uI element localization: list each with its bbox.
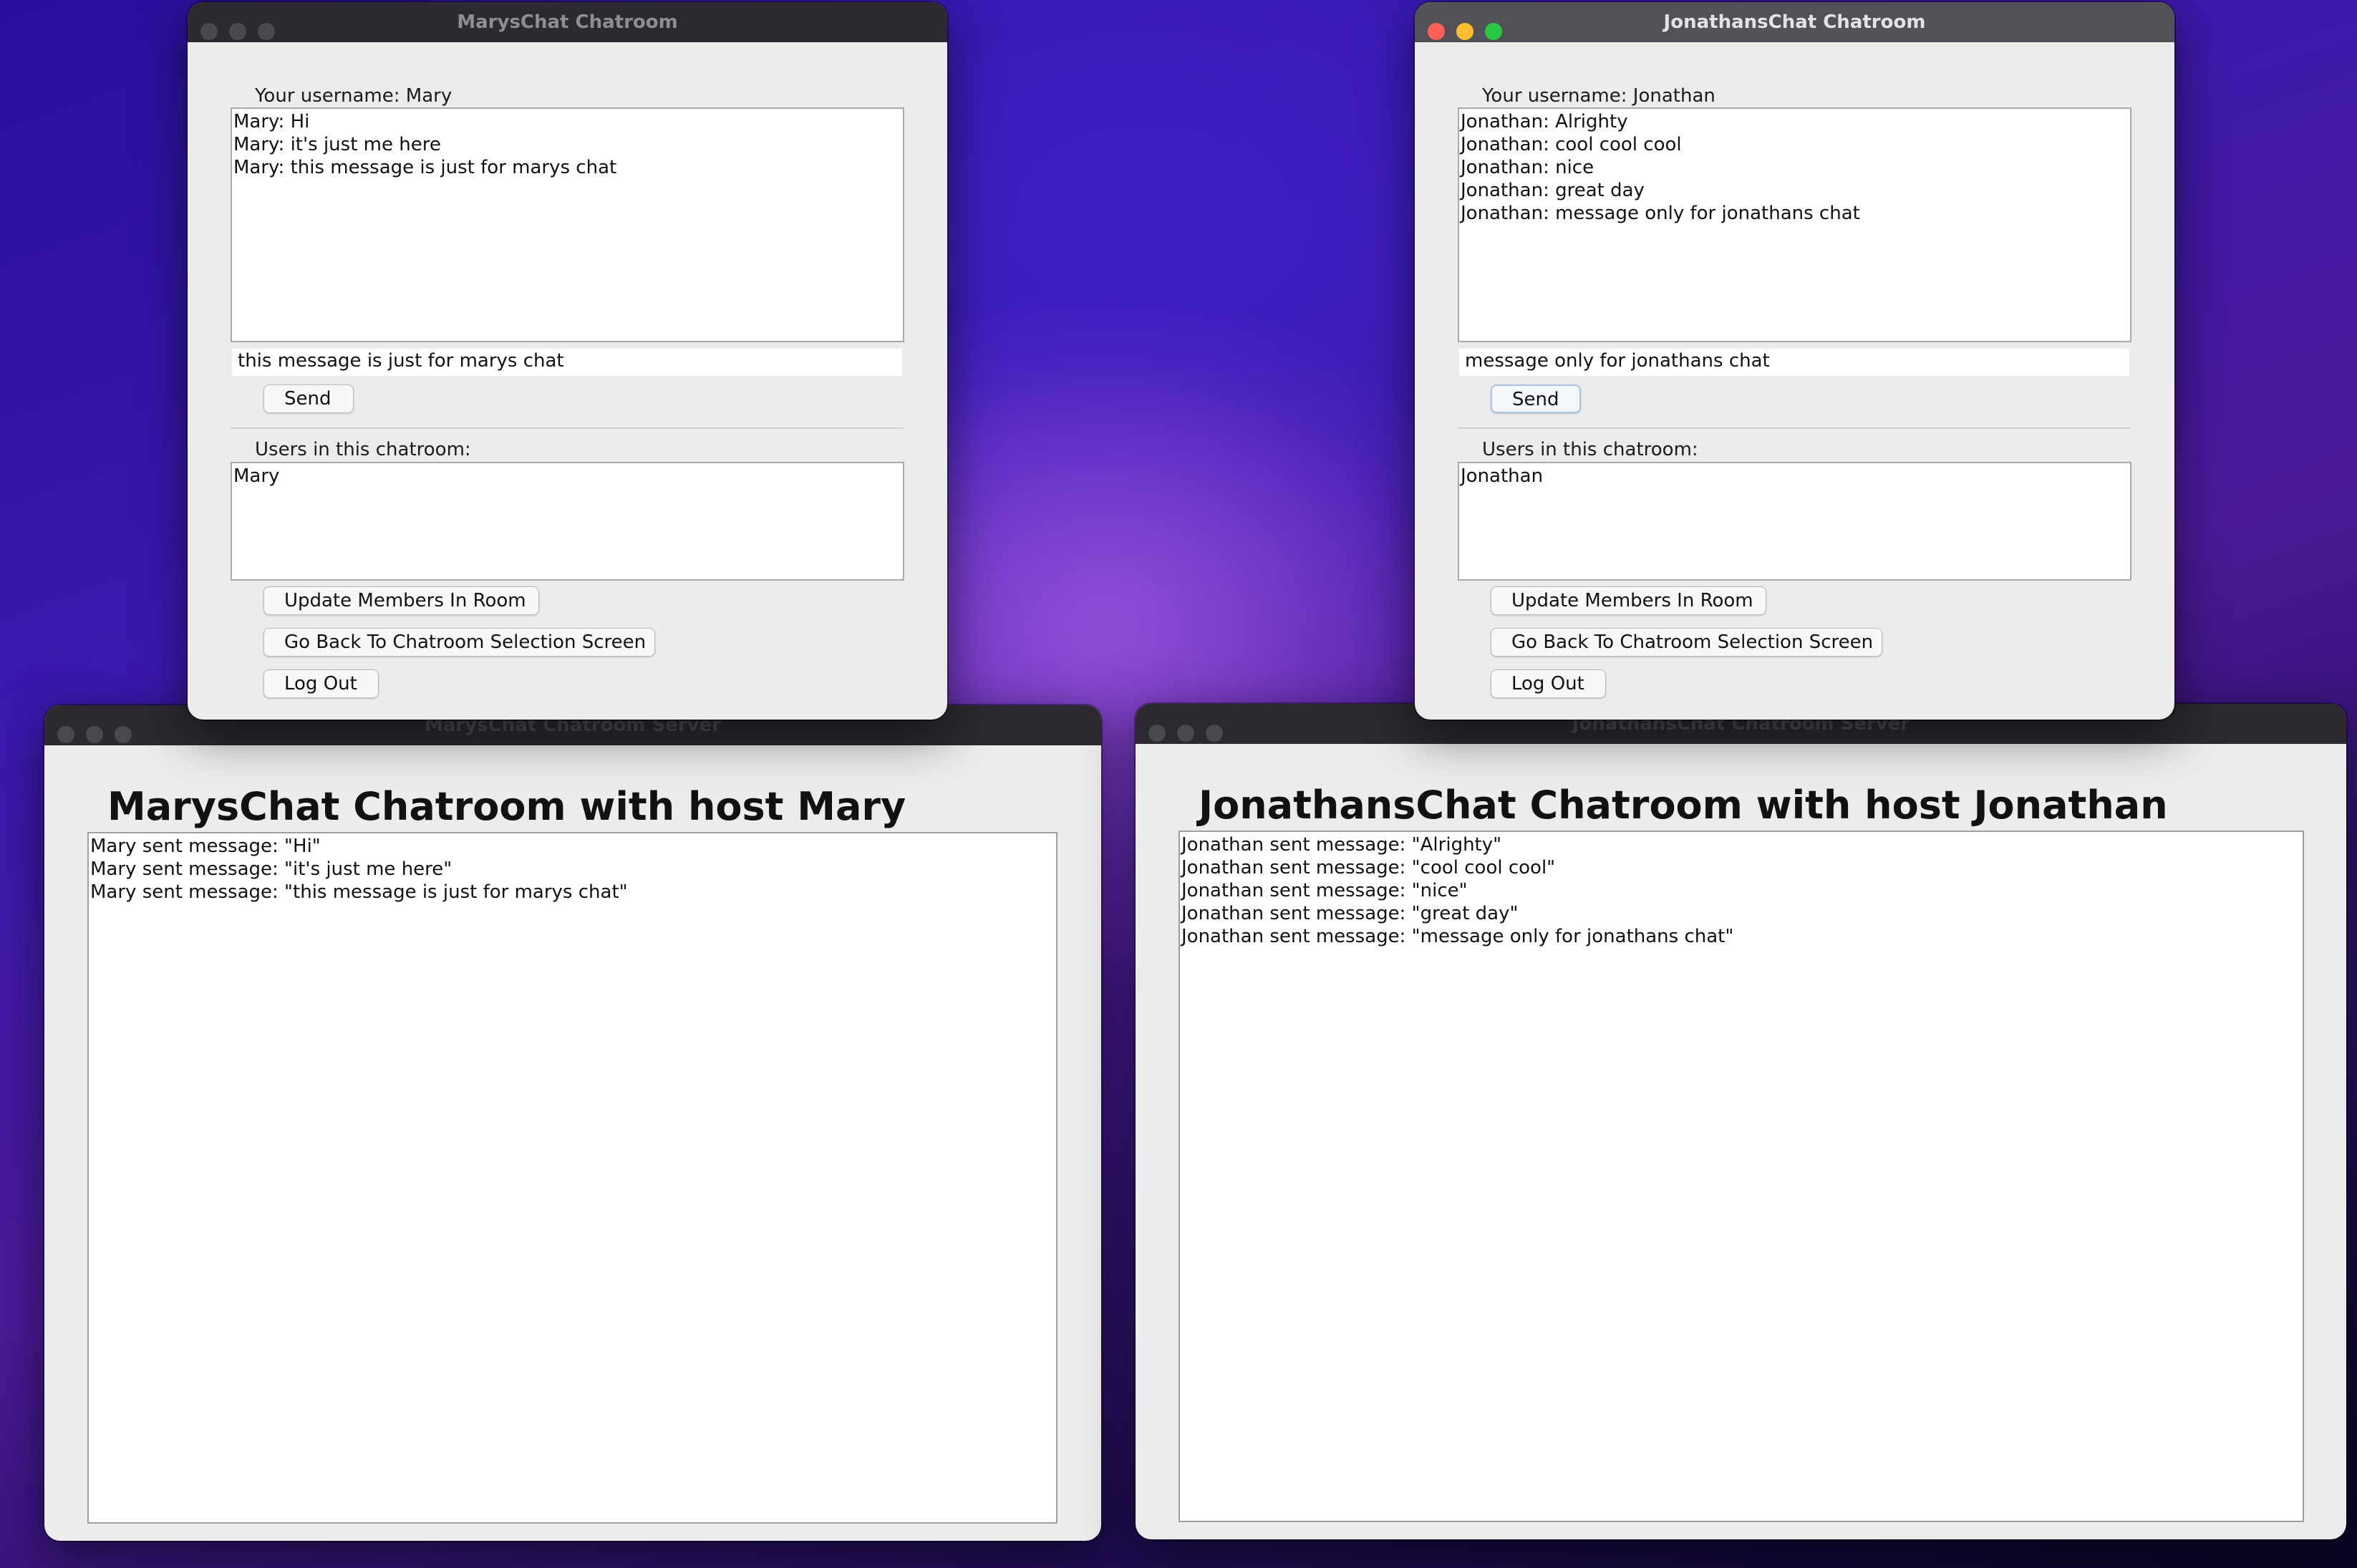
log-line: Mary sent message: "it's just me here": [90, 858, 452, 880]
username-label: Your username: Mary: [255, 85, 452, 107]
message-input[interactable]: message only for jonathans chat: [1459, 349, 2129, 376]
mary-client-titlebar[interactable]: MarysChat Chatroom: [188, 2, 947, 42]
log-line: Jonathan sent message: "cool cool cool": [1181, 857, 1556, 879]
users-label: Users in this chatroom:: [1482, 439, 1698, 460]
server-heading: MarysChat Chatroom with host Mary: [107, 784, 906, 829]
minimize-window-icon[interactable]: [1177, 725, 1194, 742]
log-line: Jonathan sent message: "nice": [1181, 880, 1468, 901]
send-button[interactable]: Send: [263, 384, 354, 413]
back-to-selection-button[interactable]: Go Back To Chatroom Selection Screen: [263, 628, 655, 657]
close-window-icon[interactable]: [1428, 23, 1445, 40]
send-button[interactable]: Send: [1491, 384, 1581, 413]
close-window-icon[interactable]: [57, 726, 74, 743]
divider: [1458, 427, 2131, 429]
chat-message: Jonathan: cool cool cool: [1461, 134, 1682, 155]
update-members-button[interactable]: Update Members In Room: [1491, 586, 1766, 615]
window-controls: [200, 14, 286, 40]
minimize-window-icon[interactable]: [1456, 23, 1473, 40]
log-line: Jonathan sent message: "message only for…: [1181, 926, 1734, 947]
divider: [231, 427, 904, 429]
zoom-window-icon[interactable]: [258, 23, 275, 40]
zoom-window-icon[interactable]: [1485, 23, 1502, 40]
log-out-button[interactable]: Log Out: [1491, 669, 1606, 698]
log-line: Jonathan sent message: "Alrighty": [1181, 834, 1502, 856]
zoom-window-icon[interactable]: [1206, 725, 1223, 742]
chat-message: Mary: Hi: [233, 111, 310, 132]
window-controls: [1148, 716, 1234, 742]
log-line: Jonathan sent message: "great day": [1181, 903, 1519, 924]
chat-message: Mary: it's just me here: [233, 134, 441, 155]
user-item: Jonathan: [1461, 465, 1544, 487]
jonathan-client-titlebar[interactable]: JonathansChat Chatroom: [1415, 2, 2174, 42]
chat-messages-area[interactable]: Jonathan: Alrighty Jonathan: cool cool c…: [1458, 107, 2131, 342]
chat-messages-area[interactable]: Mary: Hi Mary: it's just me here Mary: t…: [231, 107, 904, 342]
users-label: Users in this chatroom:: [255, 439, 471, 460]
log-line: Mary sent message: "Hi": [90, 836, 321, 857]
zoom-window-icon[interactable]: [115, 726, 132, 743]
mary-client-window: MarysChat Chatroom Your username: Mary M…: [188, 2, 947, 720]
update-members-button[interactable]: Update Members In Room: [263, 586, 539, 615]
jonathan-client-window: JonathansChat Chatroom Your username: Jo…: [1415, 2, 2174, 720]
server-log-area[interactable]: Mary sent message: "Hi" Mary sent messag…: [87, 832, 1057, 1524]
chat-message: Mary: this message is just for marys cha…: [233, 157, 617, 178]
minimize-window-icon[interactable]: [86, 726, 103, 743]
log-line: Mary sent message: "this message is just…: [90, 881, 628, 903]
jonathan-server-window: JonathansChat Chatroom Server JonathansC…: [1136, 704, 2346, 1539]
chat-message: Jonathan: message only for jonathans cha…: [1461, 203, 1860, 224]
user-item: Mary: [233, 465, 280, 487]
username-label: Your username: Jonathan: [1482, 85, 1715, 107]
close-window-icon[interactable]: [1148, 725, 1166, 742]
chat-message: Jonathan: great day: [1461, 180, 1645, 201]
chat-message: Jonathan: nice: [1461, 157, 1594, 178]
server-heading: JonathansChat Chatroom with host Jonatha…: [1199, 783, 2168, 828]
close-window-icon[interactable]: [200, 23, 218, 40]
users-list-area[interactable]: Jonathan: [1458, 462, 2131, 581]
back-to-selection-button[interactable]: Go Back To Chatroom Selection Screen: [1491, 628, 1882, 657]
window-controls: [1428, 14, 1514, 40]
chat-message: Jonathan: Alrighty: [1461, 111, 1628, 132]
server-log-area[interactable]: Jonathan sent message: "Alrighty" Jonath…: [1178, 831, 2304, 1522]
users-list-area[interactable]: Mary: [231, 462, 904, 581]
window-controls: [57, 717, 143, 743]
log-out-button[interactable]: Log Out: [263, 669, 379, 698]
window-title: JonathansChat Chatroom: [1663, 11, 1926, 33]
minimize-window-icon[interactable]: [229, 23, 246, 40]
message-input[interactable]: this message is just for marys chat: [232, 349, 902, 376]
window-title: MarysChat Chatroom: [457, 11, 678, 33]
mary-server-window: MarysChat Chatroom Server MarysChat Chat…: [44, 705, 1101, 1541]
